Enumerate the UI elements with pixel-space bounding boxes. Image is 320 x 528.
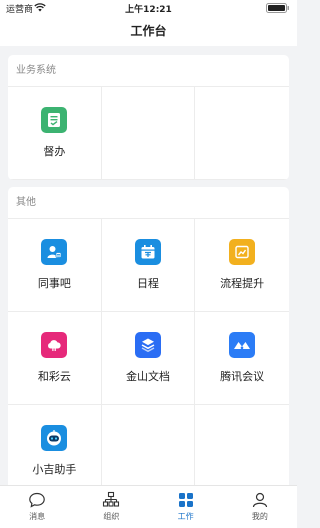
battery-icon: [266, 3, 289, 13]
tab-bar: 消息 组织 工作 我的: [0, 485, 297, 528]
section-other: 其他 同事吧 日程 流程提升 和彩云 金山文档 腾讯会议 小吉助手: [8, 187, 289, 498]
tab-work[interactable]: 工作: [149, 486, 223, 528]
section-title: 业务系统: [8, 55, 289, 87]
empty-cell: [195, 87, 289, 180]
status-bar: 运营商 上午12:21: [0, 0, 297, 16]
app-calendar[interactable]: 日程: [101, 219, 196, 312]
tab-profile[interactable]: 我的: [223, 486, 297, 528]
app-label: 同事吧: [37, 277, 71, 290]
calendar-icon: [134, 239, 161, 265]
work-icon: [178, 493, 193, 507]
organization-icon: [103, 491, 120, 507]
section-title: 其他: [8, 187, 289, 219]
app-cloud[interactable]: 和彩云: [8, 312, 102, 405]
app-label: 小吉助手: [32, 463, 77, 476]
app-label: 督办: [43, 145, 66, 158]
nav-bar: 工作台: [0, 16, 297, 46]
supervise-icon: [41, 107, 68, 133]
tab-label: 组织: [103, 512, 120, 521]
meeting-icon: [229, 332, 256, 358]
tab-label: 我的: [251, 512, 268, 521]
process-icon: [229, 239, 256, 265]
app-colleague[interactable]: 同事吧: [8, 219, 102, 312]
section-business-systems: 业务系统 督办: [8, 55, 289, 180]
app-meeting[interactable]: 腾讯会议: [195, 312, 289, 405]
tab-messages[interactable]: 消息: [0, 486, 74, 528]
assistant-icon: [41, 425, 68, 451]
colleague-icon: [41, 239, 68, 265]
tab-label: 消息: [29, 512, 46, 521]
tab-label: 工作: [177, 512, 194, 521]
app-kdocs[interactable]: 金山文档: [101, 312, 196, 405]
tab-organization[interactable]: 组织: [74, 486, 148, 528]
status-time: 上午12:21: [125, 5, 172, 15]
app-process[interactable]: 流程提升: [195, 219, 289, 312]
page-title: 工作台: [130, 24, 167, 38]
message-icon: [29, 492, 45, 508]
cloud-icon: [41, 332, 68, 358]
app-label: 流程提升: [220, 277, 265, 290]
kdocs-icon: [134, 332, 161, 358]
app-supervise[interactable]: 督办: [8, 87, 102, 180]
empty-cell: [101, 87, 196, 180]
app-label: 金山文档: [125, 370, 170, 383]
app-label: 和彩云: [37, 370, 71, 383]
profile-icon: [252, 492, 267, 508]
app-label: 腾讯会议: [220, 370, 265, 383]
app-label: 日程: [136, 277, 159, 290]
